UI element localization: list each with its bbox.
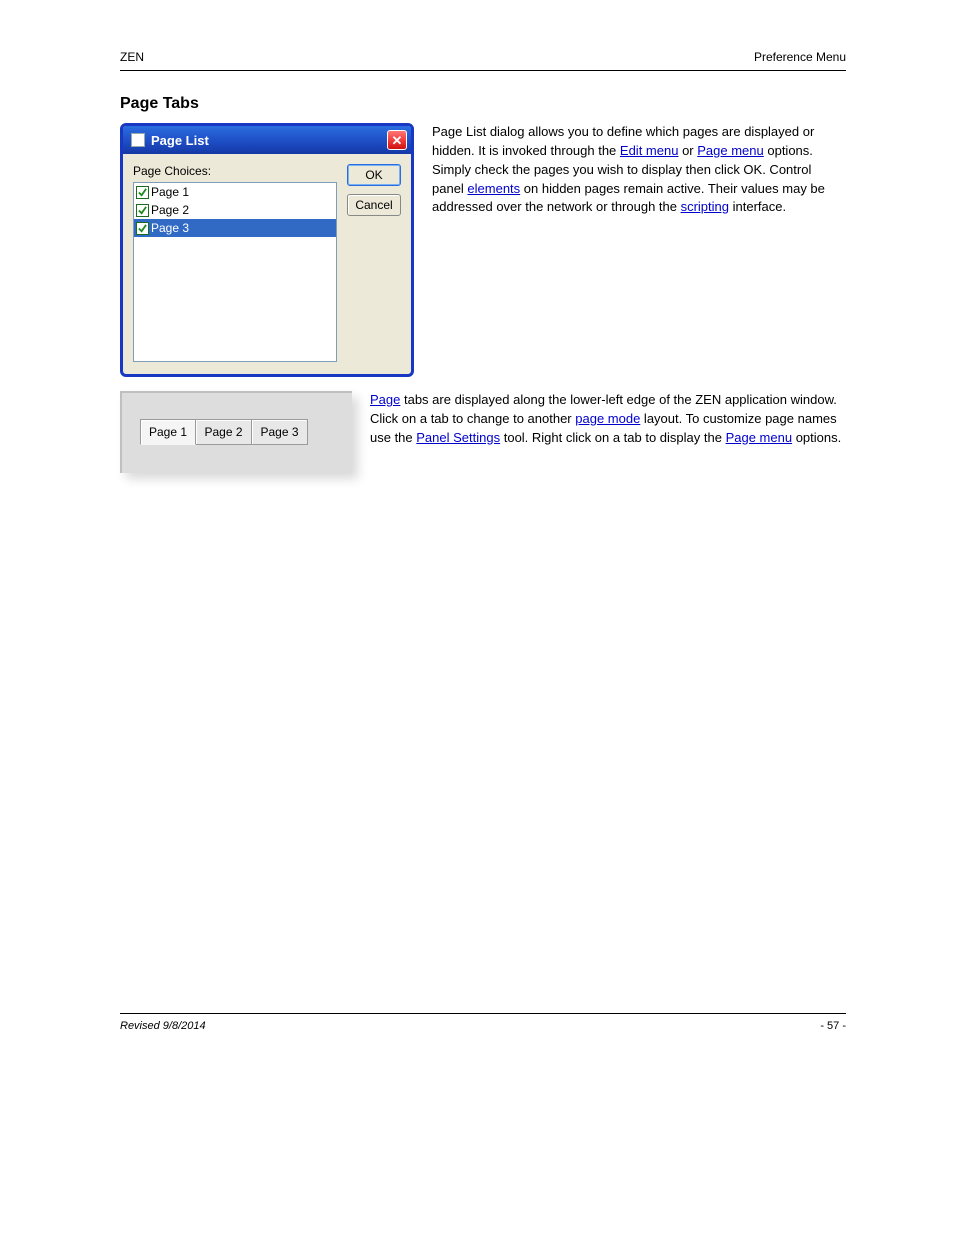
page-choices-listbox[interactable]: Page 1 Page 2 Page 3 xyxy=(133,182,337,362)
checkbox-icon[interactable] xyxy=(136,222,149,235)
page-list-dialog: Page List ✕ Page Choices: Page 1Page 2Pa… xyxy=(120,123,414,377)
header-left: ZEN xyxy=(120,50,144,64)
page-choices-label: Page Choices: xyxy=(133,164,337,178)
link-elements[interactable]: elements xyxy=(467,181,520,196)
link-scripting[interactable]: scripting xyxy=(681,199,729,214)
cancel-button[interactable]: Cancel xyxy=(347,194,401,216)
section-title: Page Tabs xyxy=(120,95,846,113)
checkbox-icon[interactable] xyxy=(136,186,149,199)
link-edit-menu[interactable]: Edit menu xyxy=(620,143,679,158)
list-item-label: Page 2 xyxy=(151,203,189,217)
link-panel-settings[interactable]: Panel Settings xyxy=(416,430,500,445)
page-tab[interactable]: Page 2 xyxy=(196,419,252,445)
link-page-menu[interactable]: Page menu xyxy=(697,143,764,158)
footer-rule xyxy=(120,1013,846,1014)
paragraph-page-tabs: Page tabs are displayed along the lower-… xyxy=(370,391,846,448)
list-item-label: Page 3 xyxy=(151,221,189,235)
ok-button[interactable]: OK xyxy=(347,164,401,186)
list-item[interactable]: Page 1 xyxy=(134,183,336,201)
list-item[interactable]: Page 3 xyxy=(134,219,336,237)
close-icon[interactable]: ✕ xyxy=(387,130,407,150)
page-tabs-screenshot: Page 1Page 2Page 3 xyxy=(120,391,352,473)
page-tab[interactable]: Page 1 xyxy=(140,419,196,445)
window-icon xyxy=(131,133,145,147)
checkbox-icon[interactable] xyxy=(136,204,149,217)
link-page-menu-2[interactable]: Page menu xyxy=(726,430,793,445)
dialog-title: Page List xyxy=(151,133,209,148)
paragraph-page-list: Page List dialog allows you to define wh… xyxy=(432,123,846,217)
header-right: Preference Menu xyxy=(754,50,846,64)
link-page[interactable]: Page xyxy=(370,392,400,407)
page-tab[interactable]: Page 3 xyxy=(252,419,308,445)
list-item-label: Page 1 xyxy=(151,185,189,199)
dialog-titlebar[interactable]: Page List ✕ xyxy=(123,126,411,154)
header-rule xyxy=(120,70,846,71)
link-page-mode[interactable]: page mode xyxy=(575,411,640,426)
footer-page-number: - 57 - xyxy=(820,1020,846,1032)
list-item[interactable]: Page 2 xyxy=(134,201,336,219)
footer-date: Revised 9/8/2014 xyxy=(120,1020,206,1032)
